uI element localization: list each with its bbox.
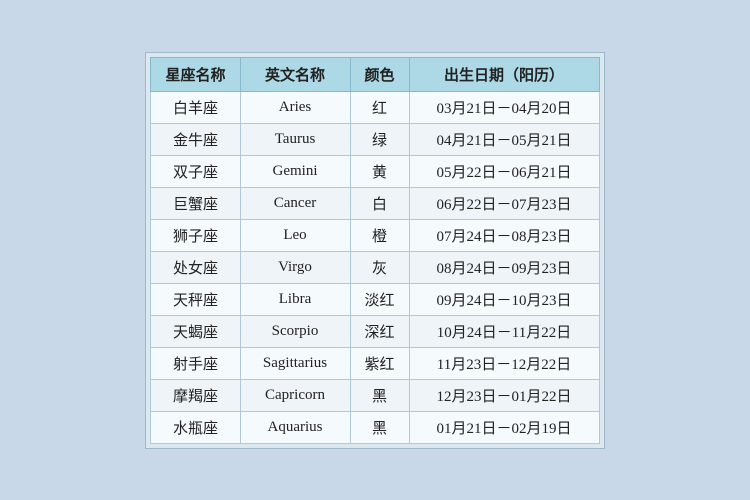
cell-english: Sagittarius	[240, 347, 350, 379]
cell-color: 深红	[350, 315, 409, 347]
cell-color: 灰	[350, 251, 409, 283]
cell-chinese: 天蝎座	[151, 315, 240, 347]
cell-chinese: 双子座	[151, 155, 240, 187]
cell-color: 紫红	[350, 347, 409, 379]
cell-date: 12月23日－01月22日	[409, 379, 599, 411]
cell-chinese: 摩羯座	[151, 379, 240, 411]
cell-date: 09月24日－10月23日	[409, 283, 599, 315]
cell-english: Virgo	[240, 251, 350, 283]
table-header-row: 星座名称 英文名称 颜色 出生日期（阳历）	[151, 57, 599, 91]
cell-date: 03月21日－04月20日	[409, 91, 599, 123]
table-row: 射手座Sagittarius紫红11月23日－12月22日	[151, 347, 599, 379]
cell-color: 橙	[350, 219, 409, 251]
cell-color: 黑	[350, 411, 409, 443]
table-row: 巨蟹座Cancer白06月22日－07月23日	[151, 187, 599, 219]
table-row: 处女座Virgo灰08月24日－09月23日	[151, 251, 599, 283]
cell-color: 黄	[350, 155, 409, 187]
table-row: 摩羯座Capricorn黑12月23日－01月22日	[151, 379, 599, 411]
cell-date: 07月24日－08月23日	[409, 219, 599, 251]
cell-chinese: 巨蟹座	[151, 187, 240, 219]
cell-date: 11月23日－12月22日	[409, 347, 599, 379]
cell-color: 淡红	[350, 283, 409, 315]
table-row: 白羊座Aries红03月21日－04月20日	[151, 91, 599, 123]
cell-chinese: 射手座	[151, 347, 240, 379]
cell-color: 黑	[350, 379, 409, 411]
cell-english: Leo	[240, 219, 350, 251]
cell-chinese: 金牛座	[151, 123, 240, 155]
cell-date: 10月24日－11月22日	[409, 315, 599, 347]
cell-english: Taurus	[240, 123, 350, 155]
cell-english: Libra	[240, 283, 350, 315]
cell-english: Cancer	[240, 187, 350, 219]
cell-chinese: 处女座	[151, 251, 240, 283]
cell-english: Aries	[240, 91, 350, 123]
table-row: 双子座Gemini黄05月22日－06月21日	[151, 155, 599, 187]
cell-chinese: 狮子座	[151, 219, 240, 251]
header-chinese: 星座名称	[151, 57, 240, 91]
header-date: 出生日期（阳历）	[409, 57, 599, 91]
cell-date: 05月22日－06月21日	[409, 155, 599, 187]
cell-color: 绿	[350, 123, 409, 155]
cell-english: Scorpio	[240, 315, 350, 347]
zodiac-table-container: 星座名称 英文名称 颜色 出生日期（阳历） 白羊座Aries红03月21日－04…	[145, 52, 604, 449]
cell-english: Capricorn	[240, 379, 350, 411]
cell-color: 白	[350, 187, 409, 219]
cell-english: Gemini	[240, 155, 350, 187]
zodiac-table: 星座名称 英文名称 颜色 出生日期（阳历） 白羊座Aries红03月21日－04…	[150, 57, 599, 444]
cell-english: Aquarius	[240, 411, 350, 443]
cell-date: 08月24日－09月23日	[409, 251, 599, 283]
table-row: 狮子座Leo橙07月24日－08月23日	[151, 219, 599, 251]
header-color: 颜色	[350, 57, 409, 91]
header-english: 英文名称	[240, 57, 350, 91]
table-row: 金牛座Taurus绿04月21日－05月21日	[151, 123, 599, 155]
table-row: 水瓶座Aquarius黑01月21日－02月19日	[151, 411, 599, 443]
cell-date: 01月21日－02月19日	[409, 411, 599, 443]
cell-chinese: 水瓶座	[151, 411, 240, 443]
table-row: 天秤座Libra淡红09月24日－10月23日	[151, 283, 599, 315]
cell-chinese: 天秤座	[151, 283, 240, 315]
table-row: 天蝎座Scorpio深红10月24日－11月22日	[151, 315, 599, 347]
cell-chinese: 白羊座	[151, 91, 240, 123]
cell-date: 06月22日－07月23日	[409, 187, 599, 219]
cell-color: 红	[350, 91, 409, 123]
cell-date: 04月21日－05月21日	[409, 123, 599, 155]
